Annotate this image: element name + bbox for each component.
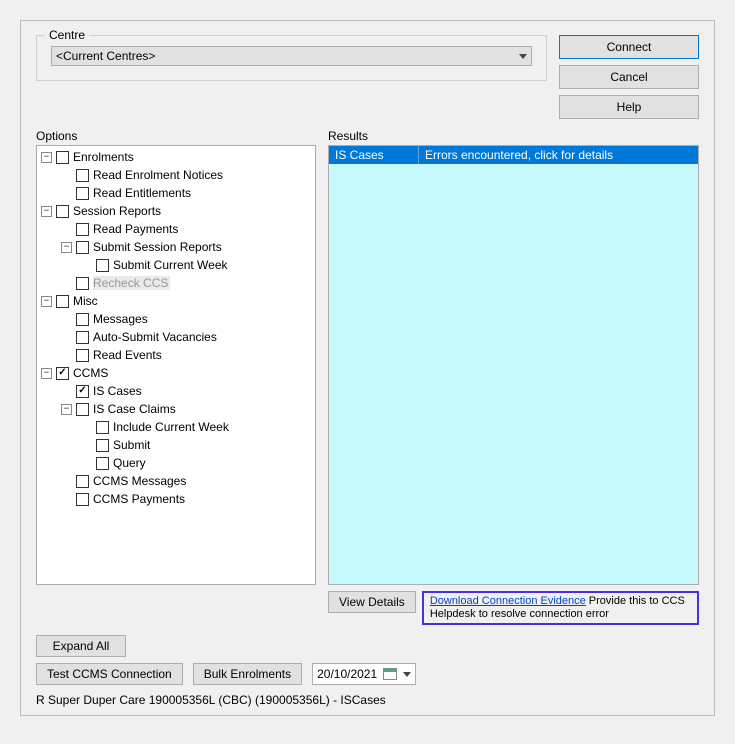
expand-all-button[interactable]: Expand All xyxy=(36,635,126,657)
evidence-note: Download Connection Evidence Provide thi… xyxy=(422,591,699,625)
options-label: Options xyxy=(36,129,316,143)
checkbox-ccms-payments[interactable] xyxy=(76,493,89,506)
view-details-button[interactable]: View Details xyxy=(328,591,416,613)
checkbox-is-cases[interactable] xyxy=(76,385,89,398)
checkbox-misc[interactable] xyxy=(56,295,69,308)
expander-minus-icon[interactable]: − xyxy=(41,152,52,163)
bulk-enrolments-button[interactable]: Bulk Enrolments xyxy=(193,663,302,685)
expander-minus-icon[interactable]: − xyxy=(41,206,52,217)
tree-item-is-case-claims[interactable]: − IS Case Claims xyxy=(39,400,313,418)
tree-item-misc[interactable]: − Misc xyxy=(39,292,313,310)
calendar-icon xyxy=(383,668,397,680)
expander-minus-icon[interactable]: − xyxy=(41,296,52,307)
tree-item-read-payments[interactable]: Read Payments xyxy=(39,220,313,238)
centre-legend: Centre xyxy=(45,28,89,42)
download-evidence-link[interactable]: Download Connection Evidence xyxy=(430,595,586,607)
checkbox-is-case-claims[interactable] xyxy=(76,403,89,416)
tree-item-submit-session-reports[interactable]: − Submit Session Reports xyxy=(39,238,313,256)
tree-item-session-reports[interactable]: − Session Reports xyxy=(39,202,313,220)
tree-item-ccms[interactable]: − CCMS xyxy=(39,364,313,382)
expander-minus-icon[interactable]: − xyxy=(41,368,52,379)
checkbox-submit-current-week[interactable] xyxy=(96,259,109,272)
results-label: Results xyxy=(328,129,699,143)
results-panel[interactable]: IS Cases Errors encountered, click for d… xyxy=(328,145,699,585)
centre-dropdown[interactable]: <Current Centres> xyxy=(51,46,532,66)
tree-item-include-current-week[interactable]: Include Current Week xyxy=(39,418,313,436)
tree-item-ccms-messages[interactable]: CCMS Messages xyxy=(39,472,313,490)
options-tree[interactable]: − Enrolments Read Enrolment Notices Read… xyxy=(36,145,316,585)
tree-item-messages[interactable]: Messages xyxy=(39,310,313,328)
cancel-button[interactable]: Cancel xyxy=(559,65,699,89)
checkbox-enrolments[interactable] xyxy=(56,151,69,164)
tree-item-read-entitlements[interactable]: Read Entitlements xyxy=(39,184,313,202)
tree-item-query[interactable]: Query xyxy=(39,454,313,472)
checkbox-read-payments[interactable] xyxy=(76,223,89,236)
tree-item-is-cases[interactable]: IS Cases xyxy=(39,382,313,400)
checkbox-query[interactable] xyxy=(96,457,109,470)
tree-item-recheck-ccs[interactable]: Recheck CCS xyxy=(39,274,313,292)
checkbox-ccms-messages[interactable] xyxy=(76,475,89,488)
help-button[interactable]: Help xyxy=(559,95,699,119)
tree-item-submit[interactable]: Submit xyxy=(39,436,313,454)
checkbox-read-events[interactable] xyxy=(76,349,89,362)
checkbox-messages[interactable] xyxy=(76,313,89,326)
checkbox-read-enrolment-notices[interactable] xyxy=(76,169,89,182)
results-cell-name: IS Cases xyxy=(329,146,419,164)
checkbox-session-reports[interactable] xyxy=(56,205,69,218)
checkbox-ccms[interactable] xyxy=(56,367,69,380)
checkbox-auto-submit-vacancies[interactable] xyxy=(76,331,89,344)
tree-item-read-events[interactable]: Read Events xyxy=(39,346,313,364)
checkbox-include-current-week[interactable] xyxy=(96,421,109,434)
checkbox-recheck-ccs[interactable] xyxy=(76,277,89,290)
test-ccms-connection-button[interactable]: Test CCMS Connection xyxy=(36,663,183,685)
results-cell-status: Errors encountered, click for details xyxy=(419,146,698,164)
checkbox-submit[interactable] xyxy=(96,439,109,452)
centre-groupbox: Centre <Current Centres> xyxy=(36,35,547,81)
expander-minus-icon[interactable]: − xyxy=(61,242,72,253)
checkbox-read-entitlements[interactable] xyxy=(76,187,89,200)
expander-minus-icon[interactable]: − xyxy=(61,404,72,415)
checkbox-submit-session-reports[interactable] xyxy=(76,241,89,254)
chevron-down-icon xyxy=(519,54,527,59)
date-value: 20/10/2021 xyxy=(317,667,377,681)
results-row[interactable]: IS Cases Errors encountered, click for d… xyxy=(329,146,698,164)
tree-item-auto-submit-vacancies[interactable]: Auto-Submit Vacancies xyxy=(39,328,313,346)
tree-item-enrolments[interactable]: − Enrolments xyxy=(39,148,313,166)
tree-item-ccms-payments[interactable]: CCMS Payments xyxy=(39,490,313,508)
date-picker[interactable]: 20/10/2021 xyxy=(312,663,416,685)
status-bar: R Super Duper Care 190005356L (CBC) (190… xyxy=(36,693,699,707)
centre-selected-value: <Current Centres> xyxy=(56,49,155,63)
connect-button[interactable]: Connect xyxy=(559,35,699,59)
chevron-down-icon xyxy=(403,672,411,677)
tree-item-read-enrolment-notices[interactable]: Read Enrolment Notices xyxy=(39,166,313,184)
tree-item-submit-current-week[interactable]: Submit Current Week xyxy=(39,256,313,274)
